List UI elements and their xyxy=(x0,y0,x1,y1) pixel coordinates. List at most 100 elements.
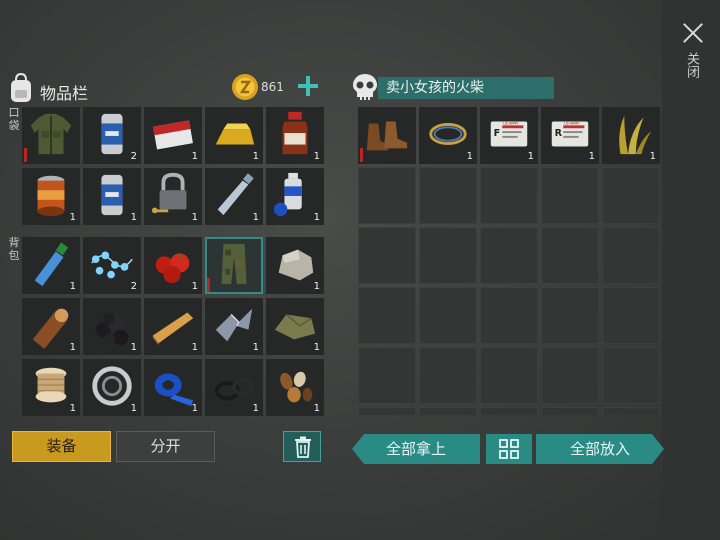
loot-grid: 1 F US ARMY 1 R US ARMY 1 1 xyxy=(358,107,660,415)
spray-can-icon xyxy=(273,172,302,217)
backpack-slot[interactable]: 1 xyxy=(144,237,202,294)
pocket-slot[interactable]: 1 xyxy=(144,168,202,225)
cloth-scrap-icon xyxy=(274,313,316,340)
backpack-slot[interactable]: 2 xyxy=(83,237,141,294)
item-quantity: 1 xyxy=(191,212,198,223)
split-button[interactable]: 分开 xyxy=(116,431,215,462)
empty-loot-slot[interactable] xyxy=(419,407,477,415)
pocket-slot[interactable]: 1 xyxy=(205,168,263,225)
empty-loot-slot[interactable] xyxy=(358,227,416,284)
empty-loot-slot[interactable] xyxy=(480,167,538,224)
loot-slot[interactable]: R US ARMY 1 xyxy=(541,107,599,164)
backpack-slot[interactable]: 1 xyxy=(144,359,202,416)
pocket-label: 口袋 xyxy=(8,106,20,132)
backpack-slot[interactable]: 1 xyxy=(83,298,141,355)
durability-bar xyxy=(360,148,363,162)
item-quantity: 1 xyxy=(252,151,259,162)
bearing-icon xyxy=(92,366,132,406)
inventory-title: 物品栏 xyxy=(40,84,89,103)
empty-loot-slot[interactable] xyxy=(602,407,660,415)
pocket-slot[interactable]: 1 xyxy=(83,168,141,225)
item-quantity: 1 xyxy=(252,342,259,353)
empty-loot-slot[interactable] xyxy=(419,227,477,284)
add-coins-button[interactable] xyxy=(298,76,318,96)
grid-icon xyxy=(499,439,519,459)
empty-loot-slot[interactable] xyxy=(358,167,416,224)
empty-loot-slot[interactable] xyxy=(480,347,538,404)
durability-bar xyxy=(207,278,210,292)
empty-loot-slot[interactable] xyxy=(480,287,538,344)
empty-loot-slot[interactable] xyxy=(541,407,599,415)
item-quantity: 1 xyxy=(313,212,320,223)
loot-slot[interactable]: 1 xyxy=(602,107,660,164)
loot-slot[interactable]: 1 xyxy=(419,107,477,164)
backpack-slot[interactable]: 1 xyxy=(266,237,324,294)
loot-slot[interactable] xyxy=(358,107,416,164)
empty-loot-slot[interactable] xyxy=(541,347,599,404)
backpack-slot[interactable]: 1 xyxy=(205,359,263,416)
empty-loot-slot[interactable] xyxy=(419,167,477,224)
empty-loot-slot[interactable] xyxy=(358,407,416,415)
empty-loot-slot[interactable] xyxy=(602,287,660,344)
pocket-slot[interactable]: 2 xyxy=(83,107,141,164)
coin-count: 861 xyxy=(261,80,284,94)
trash-button[interactable] xyxy=(283,431,321,462)
backpack-label: 背包 xyxy=(8,236,20,262)
item-quantity: 1 xyxy=(252,212,259,223)
wood-plank-icon xyxy=(152,312,194,346)
empty-loot-slot[interactable] xyxy=(480,227,538,284)
inventory-header: 物品栏 861 xyxy=(8,72,328,106)
backpack-slot[interactable]: 1 xyxy=(83,359,141,416)
sort-button[interactable] xyxy=(486,434,532,464)
backpack-slot[interactable]: 1 xyxy=(266,298,324,355)
backpack-slot[interactable]: 1 xyxy=(22,298,80,355)
item-quantity: 1 xyxy=(313,342,320,353)
backpack-slot[interactable]: 1 xyxy=(144,298,202,355)
put-all-button[interactable]: 全部放入 xyxy=(536,434,664,464)
backpack-slot[interactable]: 1 xyxy=(205,298,263,355)
pocket-slot[interactable]: 1 xyxy=(266,168,324,225)
card-text: US ARMY xyxy=(564,121,580,125)
item-quantity: 1 xyxy=(130,342,137,353)
empty-loot-slot[interactable] xyxy=(541,227,599,284)
empty-loot-slot[interactable] xyxy=(541,287,599,344)
medicine-bottle-icon xyxy=(282,111,308,155)
loot-slot[interactable]: F US ARMY 1 xyxy=(480,107,538,164)
backpack-slot[interactable]: 1 xyxy=(22,359,80,416)
empty-loot-slot[interactable] xyxy=(419,347,477,404)
item-quantity: 1 xyxy=(191,151,198,162)
backpack-slot[interactable]: 1 xyxy=(266,359,324,416)
card-letter: R xyxy=(555,128,563,139)
military-jacket-icon xyxy=(30,113,72,155)
item-quantity: 1 xyxy=(191,403,198,414)
empty-loot-slot[interactable] xyxy=(541,167,599,224)
pocket-slot[interactable]: 1 xyxy=(266,107,324,164)
backpack-slot[interactable]: 1 xyxy=(22,237,80,294)
tape-roll-icon xyxy=(154,373,194,407)
empty-loot-slot[interactable] xyxy=(419,287,477,344)
empty-loot-slot[interactable] xyxy=(602,167,660,224)
item-quantity: 1 xyxy=(69,403,76,414)
backpack-slot[interactable] xyxy=(205,237,263,294)
take-all-button[interactable]: 全部拿上 xyxy=(352,434,480,464)
metal-scrap-icon xyxy=(215,308,253,342)
empty-loot-slot[interactable] xyxy=(480,407,538,415)
water-bottle-icon xyxy=(34,242,69,287)
durability-bar xyxy=(24,148,27,162)
close-icon[interactable] xyxy=(678,18,708,48)
empty-loot-slot[interactable] xyxy=(358,287,416,344)
wood-log-icon xyxy=(32,308,69,349)
empty-loot-slot[interactable] xyxy=(602,227,660,284)
pocket-slot[interactable]: 1 xyxy=(22,168,80,225)
item-quantity: 1 xyxy=(313,151,320,162)
pocket-grid: 2 1 1 1 1 1 1 1 1 xyxy=(22,107,324,225)
pocket-slot[interactable]: 1 xyxy=(144,107,202,164)
equip-button[interactable]: 装备 xyxy=(12,431,111,462)
stone-icon xyxy=(278,249,314,281)
pocket-slot[interactable]: 1 xyxy=(205,107,263,164)
pocket-slot[interactable] xyxy=(22,107,80,164)
item-quantity: 1 xyxy=(191,342,198,353)
item-quantity: 1 xyxy=(130,212,137,223)
empty-loot-slot[interactable] xyxy=(358,347,416,404)
empty-loot-slot[interactable] xyxy=(602,347,660,404)
